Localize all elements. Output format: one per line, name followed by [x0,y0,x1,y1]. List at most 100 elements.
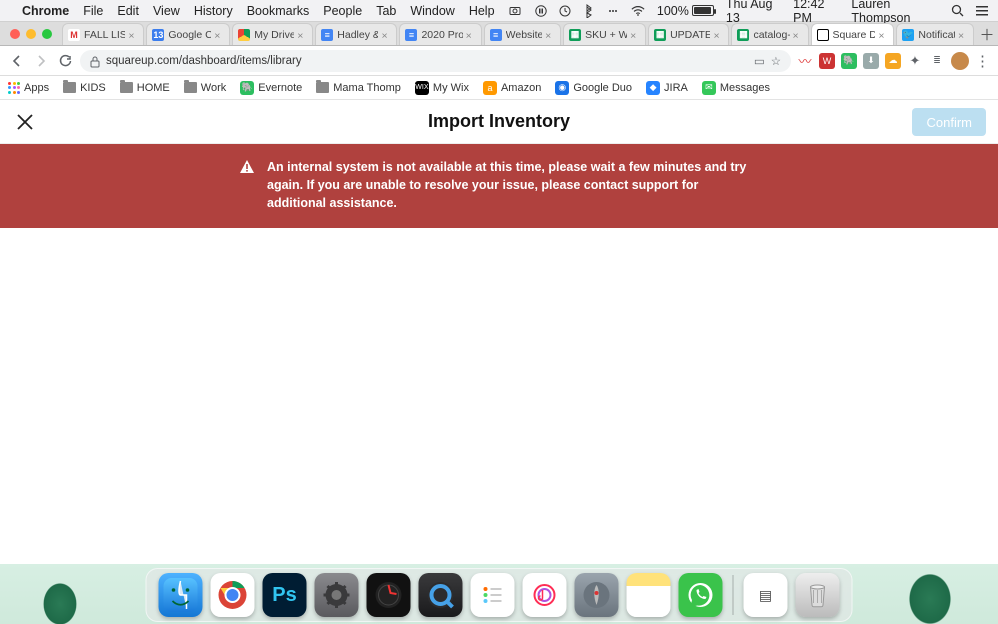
menubar-user[interactable]: Lauren Thompson [851,0,938,25]
menu-view[interactable]: View [153,4,180,18]
menu-file[interactable]: File [83,4,103,18]
tab-close-icon[interactable]: × [128,30,138,40]
bookmark-label: JIRA [664,82,688,94]
bookmark-item[interactable]: Apps [8,82,49,94]
tab-close-icon[interactable]: × [297,30,307,40]
confirm-button[interactable]: Confirm [912,108,986,136]
dock-app-music[interactable] [523,573,567,617]
tab-close-icon[interactable]: × [878,30,888,40]
dock-app-quicktime[interactable] [419,573,463,617]
evernote-icon: 🐘 [240,81,254,95]
ext-evernote-icon[interactable]: 🐘 [841,53,857,69]
ext-cloud-icon[interactable]: ☁ [885,53,901,69]
bookmark-item[interactable]: aAmazon [483,81,541,95]
tab-close-icon[interactable]: × [466,30,476,40]
bookmark-item[interactable]: KIDS [63,82,106,94]
menu-tab[interactable]: Tab [376,4,396,18]
dock-app-activity[interactable] [367,573,411,617]
menubar-time[interactable]: 12:42 PM [793,0,839,25]
browser-tab[interactable]: ≡2020 Pro× [399,23,481,45]
menu-edit[interactable]: Edit [117,4,139,18]
nav-reload-button[interactable] [56,52,74,70]
bookmark-item[interactable]: ◆ JIRA [646,81,688,95]
control-center-icon[interactable] [976,6,988,16]
jira-icon: ◆ [646,81,660,95]
reader-icon[interactable]: ▭ [754,54,765,68]
window-close-button[interactable] [10,29,20,39]
dock-app-notes[interactable] [627,573,671,617]
ext-puzzle-icon[interactable]: ✦ [907,53,923,69]
status-timemachine-icon[interactable] [559,4,571,18]
dock-app-whatsapp[interactable] [679,573,723,617]
dock-trash-icon[interactable] [796,573,840,617]
macos-menu-bar: Chrome File Edit View History Bookmarks … [0,0,998,22]
battery-percent-label: 100% [657,4,689,18]
bookmark-item[interactable]: HOME [120,82,170,94]
bookmark-item[interactable]: Mama Thomp [316,82,401,94]
status-pause-icon[interactable] [535,4,547,18]
browser-tab[interactable]: ≡Hadley &× [315,23,397,45]
ext-downloads-icon[interactable]: ⬇ [863,53,879,69]
browser-tab[interactable]: ≡Website× [484,23,561,45]
dock-app-finder[interactable] [159,573,203,617]
ext-list-icon[interactable]: ≣ [929,53,945,69]
modal-header: Import Inventory Confirm [0,100,998,144]
bookmark-item[interactable]: 🐘Evernote [240,81,302,95]
bookmark-item[interactable]: Work [184,82,226,94]
profile-avatar[interactable] [951,52,969,70]
tab-label: catalog- [753,29,789,41]
dock-app-photoshop[interactable]: Ps [263,573,307,617]
browser-tab[interactable]: ▦catalog-× [731,23,808,45]
browser-tab[interactable]: MFALL LIS× [62,23,144,45]
status-camera-icon[interactable] [509,4,523,18]
dock-app-system-preferences[interactable] [315,573,359,617]
url-text: squareup.com/dashboard/items/library [106,55,748,67]
tab-close-icon[interactable]: × [381,30,391,40]
dock-app-launchpad[interactable] [575,573,619,617]
ext-slash-icon[interactable]: 〰 [797,53,813,69]
menu-bookmarks[interactable]: Bookmarks [247,4,310,18]
new-tab-button[interactable]: ＋ [976,23,998,45]
tab-close-icon[interactable]: × [958,30,968,40]
bookmark-item[interactable]: ◉Google Duo [555,81,632,95]
browser-tab[interactable]: 🐦Notificat× [896,23,974,45]
dock-app-reminders[interactable] [471,573,515,617]
bookmark-item[interactable]: WIXMy Wix [415,81,469,95]
nav-forward-button[interactable] [32,52,50,70]
close-button[interactable] [14,111,36,133]
bookmark-item[interactable]: ✉Messages [702,81,770,95]
active-app-name[interactable]: Chrome [22,4,69,18]
address-bar[interactable]: squareup.com/dashboard/items/library ▭ ☆ [80,50,791,72]
chrome-menu-button[interactable]: ⋮ [975,52,990,70]
ext-red-icon[interactable]: W [819,53,835,69]
browser-tab[interactable]: Square D× [811,23,895,45]
window-minimize-button[interactable] [26,29,36,39]
status-dots-icon[interactable] [607,4,619,18]
dock-app-chrome[interactable] [211,573,255,617]
status-wifi-icon[interactable] [631,4,645,18]
browser-tab[interactable]: My Drive× [232,23,313,45]
menu-history[interactable]: History [194,4,233,18]
bookmark-star-icon[interactable]: ☆ [771,54,781,68]
browser-tab[interactable]: ▦UPDATE× [648,23,729,45]
status-bluetooth-icon[interactable] [583,4,595,18]
error-message: An internal system is not available at t… [267,158,759,212]
bookmark-label: Work [201,82,226,94]
browser-tab[interactable]: ▦SKU + W× [563,23,646,45]
messages-icon: ✉ [702,81,716,95]
menu-help[interactable]: Help [469,4,495,18]
spotlight-icon[interactable] [951,4,964,18]
nav-back-button[interactable] [8,52,26,70]
menubar-date[interactable]: Thu Aug 13 [726,0,781,25]
tab-close-icon[interactable]: × [793,30,803,40]
battery-status[interactable]: 100% [657,4,714,18]
menu-window[interactable]: Window [410,4,454,18]
menu-people[interactable]: People [323,4,362,18]
dock-doc-icon[interactable]: ▤ [744,573,788,617]
tab-close-icon[interactable]: × [545,30,555,40]
browser-tab[interactable]: 13Google C× [146,23,230,45]
window-zoom-button[interactable] [42,29,52,39]
tab-close-icon[interactable]: × [713,30,723,40]
tab-close-icon[interactable]: × [214,30,224,40]
tab-close-icon[interactable]: × [630,30,640,40]
